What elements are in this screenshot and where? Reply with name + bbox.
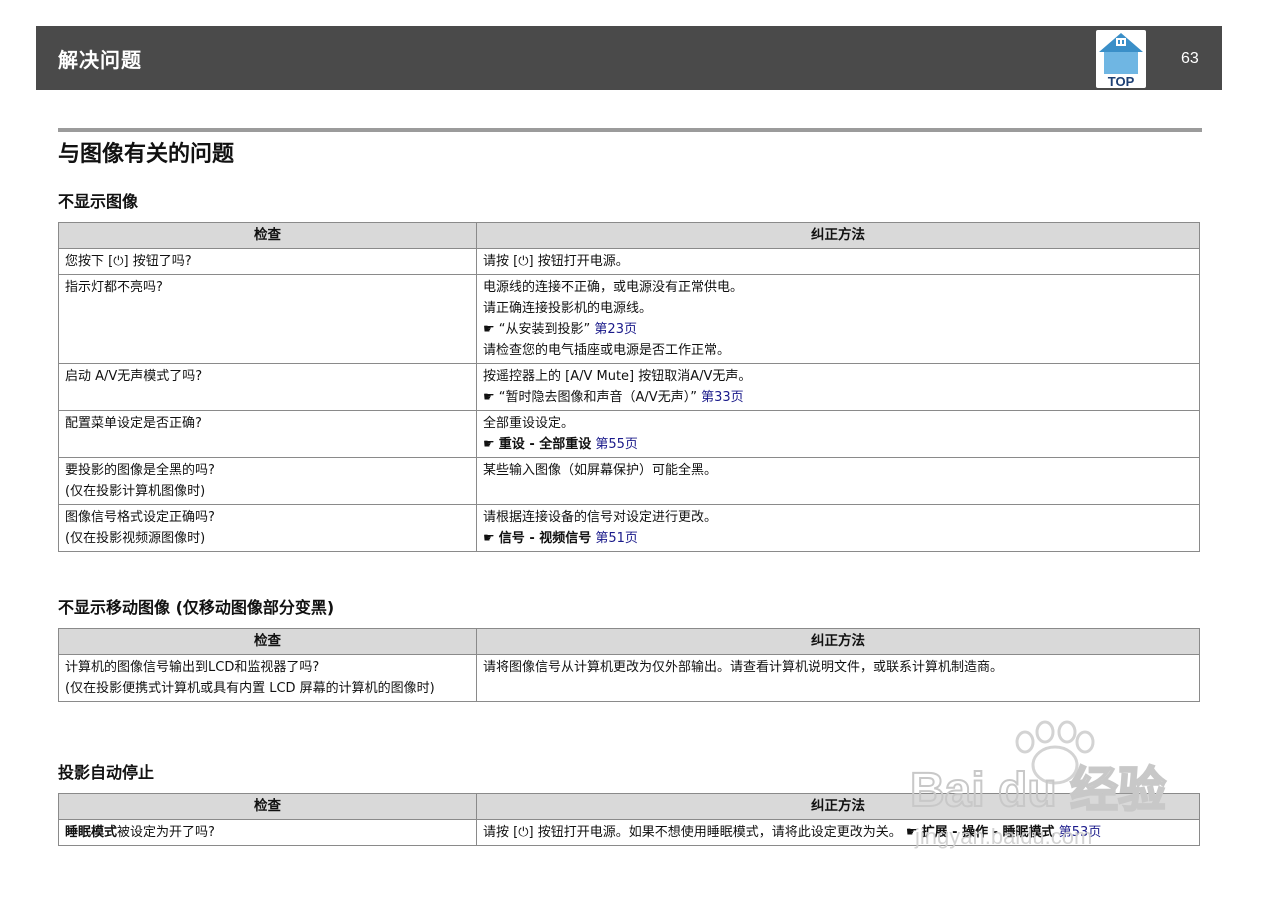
fix-text: 全部重设设定。 xyxy=(483,416,575,431)
page-header: 解决问题 TOP 63 xyxy=(36,26,1222,90)
page-number: 63 xyxy=(1181,50,1199,67)
check-text: 图像信号格式设定正确吗? xyxy=(65,510,215,525)
page-link[interactable]: 第51页 xyxy=(595,531,638,546)
pointing-hand-icon: ☛ xyxy=(483,531,495,546)
table-moving-image: 检查 纠正方法 计算机的图像信号输出到LCD和监视器了吗? (仅在投影便携式计算… xyxy=(58,628,1200,702)
check-text: 睡眠模式被设定为开了吗? xyxy=(65,822,470,843)
check-text: 启动 A/V无声模式了吗? xyxy=(65,369,203,384)
check-note: (仅在投影视频源图像时) xyxy=(65,531,206,546)
section-heading: 与图像有关的问题 xyxy=(58,142,235,167)
paw-icon xyxy=(1015,720,1095,785)
table-row: 计算机的图像信号输出到LCD和监视器了吗? (仅在投影便携式计算机或具有内置 L… xyxy=(58,654,1200,702)
reference-line: ☛ “暂时隐去图像和声音（A/V无声）” 第33页 xyxy=(483,387,1193,408)
check-rest: 被设定为开了吗? xyxy=(117,825,215,840)
reference-text: 信号 - 视频信号 xyxy=(498,531,592,546)
reference-text: “暂时隐去图像和声音（A/V无声）” xyxy=(498,390,697,405)
col-fix-header: 纠正方法 xyxy=(476,793,1200,820)
table-no-image: 检查 纠正方法 您按下 [⏻] 按钮了吗? 请按 [⏻] 按钮打开电源。 指示灯… xyxy=(58,222,1200,552)
subsection-title-no-image: 不显示图像 xyxy=(58,192,139,211)
house-icon: TOP xyxy=(1099,33,1143,89)
fix-text: 请将图像信号从计算机更改为仅外部输出。请查看计算机说明文件，或联系计算机制造商。 xyxy=(483,660,1004,675)
heading-rule xyxy=(58,128,1202,132)
col-fix-header: 纠正方法 xyxy=(476,628,1200,655)
check-text: 您按下 [⏻] 按钮了吗? xyxy=(65,254,192,269)
table-header-row: 检查 纠正方法 xyxy=(58,222,1200,249)
table-header-row: 检查 纠正方法 xyxy=(58,628,1200,655)
top-home-icon[interactable]: TOP xyxy=(1096,30,1146,89)
reference-text: 重设 - 全部重设 xyxy=(498,437,592,452)
fix-text: 某些输入图像（如屏幕保护）可能全黑。 xyxy=(483,463,718,478)
fix-text: 请按 [⏻] 按钮打开电源。 xyxy=(483,254,629,269)
top-label: TOP xyxy=(1108,74,1135,88)
subsection-title-auto-stop: 投影自动停止 xyxy=(58,763,155,782)
page-link[interactable]: 第55页 xyxy=(595,437,638,452)
reference-line: ☛ 重设 - 全部重设 第55页 xyxy=(483,434,1193,455)
table-auto-stop: 检查 纠正方法 睡眠模式被设定为开了吗? 请按 [⏻] 按钮打开电源。如果不想使… xyxy=(58,793,1200,846)
table-row: 要投影的图像是全黑的吗? (仅在投影计算机图像时) 某些输入图像（如屏幕保护）可… xyxy=(58,457,1200,505)
table-row: 您按下 [⏻] 按钮了吗? 请按 [⏻] 按钮打开电源。 xyxy=(58,248,1200,275)
reference-text: 扩展 - 操作 - 睡眠模式 xyxy=(921,825,1055,840)
fix-text: 请检查您的电气插座或电源是否工作正常。 xyxy=(483,343,731,358)
check-text: 计算机的图像信号输出到LCD和监视器了吗? xyxy=(65,660,320,675)
table-row: 指示灯都不亮吗? 电源线的连接不正确，或电源没有正常供电。 请正确连接投影机的电… xyxy=(58,274,1200,364)
fix-text: 电源线的连接不正确，或电源没有正常供电。 xyxy=(483,280,744,295)
table-header-row: 检查 纠正方法 xyxy=(58,793,1200,820)
chapter-title: 解决问题 xyxy=(58,48,142,72)
reference-line: ☛ “从安装到投影” 第23页 xyxy=(483,319,1193,340)
page-link[interactable]: 第23页 xyxy=(594,322,637,337)
check-text: 指示灯都不亮吗? xyxy=(65,280,163,295)
col-check-header: 检查 xyxy=(58,628,477,655)
check-text: 配置菜单设定是否正确? xyxy=(65,416,202,431)
sleep-mode-term: 睡眠模式 xyxy=(65,825,118,840)
col-fix-header: 纠正方法 xyxy=(476,222,1200,249)
table-row: 睡眠模式被设定为开了吗? 请按 [⏻] 按钮打开电源。如果不想使用睡眠模式，请将… xyxy=(58,819,1200,846)
fix-line: 请按 [⏻] 按钮打开电源。如果不想使用睡眠模式，请将此设定更改为关。 ☛ 扩展… xyxy=(483,822,1193,843)
fix-text: 请根据连接设备的信号对设定进行更改。 xyxy=(483,510,718,525)
fix-text: 请正确连接投影机的电源线。 xyxy=(483,301,653,316)
page-link[interactable]: 第53页 xyxy=(1059,825,1102,840)
pointing-hand-icon: ☛ xyxy=(483,322,495,337)
check-note: (仅在投影计算机图像时) xyxy=(65,484,206,499)
pointing-hand-icon: ☛ xyxy=(483,437,495,452)
subsection-title-moving-image: 不显示移动图像 (仅移动图像部分变黑) xyxy=(58,598,335,617)
col-check-header: 检查 xyxy=(58,793,477,820)
reference-line: ☛ 信号 - 视频信号 第51页 xyxy=(483,528,1193,549)
check-text: 要投影的图像是全黑的吗? xyxy=(65,463,215,478)
page-link[interactable]: 第33页 xyxy=(701,390,744,405)
table-row: 配置菜单设定是否正确? 全部重设设定。 ☛ 重设 - 全部重设 第55页 xyxy=(58,410,1200,458)
table-row: 图像信号格式设定正确吗? (仅在投影视频源图像时) 请根据连接设备的信号对设定进… xyxy=(58,504,1200,552)
table-row: 启动 A/V无声模式了吗? 按遥控器上的 [A/V Mute] 按钮取消A/V无… xyxy=(58,363,1200,411)
check-note: (仅在投影便携式计算机或具有内置 LCD 屏幕的计算机的图像时) xyxy=(65,681,435,696)
pointing-hand-icon: ☛ xyxy=(905,825,918,840)
reference-text: “从安装到投影” xyxy=(498,322,591,337)
pointing-hand-icon: ☛ xyxy=(483,390,495,405)
fix-text: 请按 [⏻] 按钮打开电源。如果不想使用睡眠模式，请将此设定更改为关。 xyxy=(483,825,902,840)
fix-text: 按遥控器上的 [A/V Mute] 按钮取消A/V无声。 xyxy=(483,369,752,384)
col-check-header: 检查 xyxy=(58,222,477,249)
